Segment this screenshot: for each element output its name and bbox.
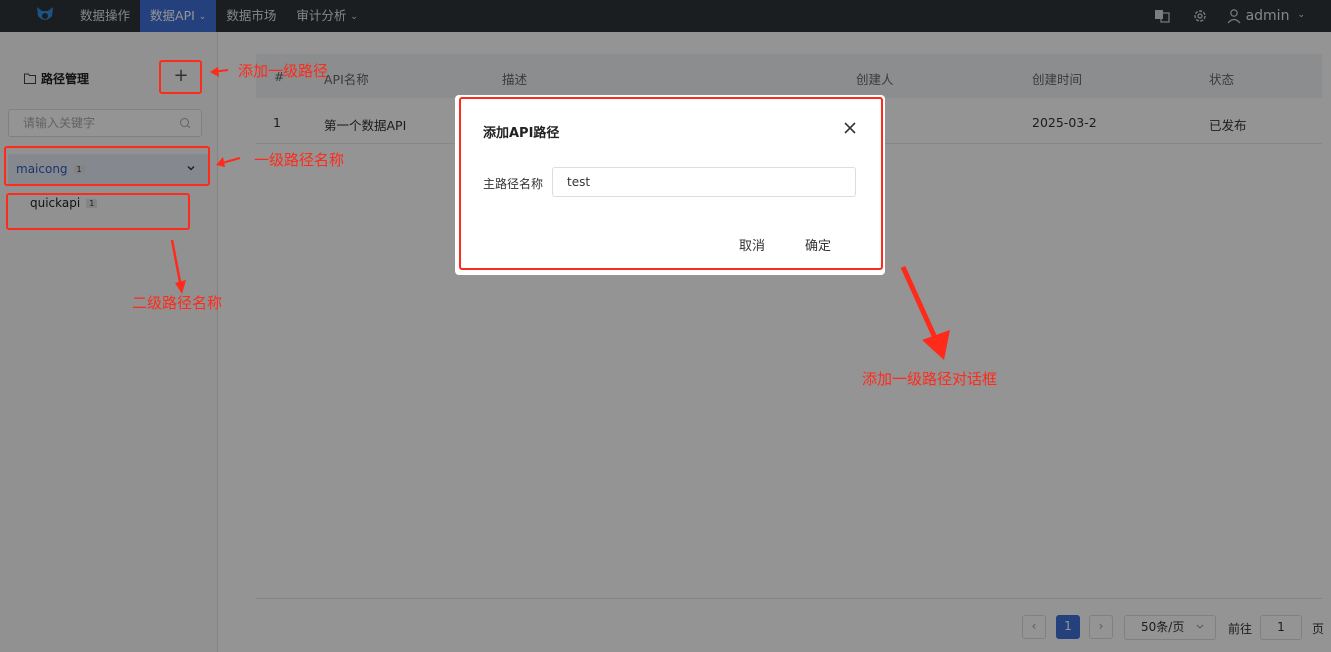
annotation-add-level1: 添加一级路径 xyxy=(238,62,329,80)
annotation-level1-name: 一级路径名称 xyxy=(254,151,345,169)
annotation-arrows xyxy=(170,67,950,360)
arrow-line xyxy=(900,265,939,342)
arrow-line xyxy=(221,157,241,164)
annotation-dialog-note: 添加一级路径对话框 xyxy=(862,370,998,388)
annotation-level2-name: 二级路径名称 xyxy=(132,294,223,312)
arrow-line xyxy=(170,239,182,283)
arrow-head xyxy=(210,67,219,77)
arrow-head xyxy=(216,157,225,167)
